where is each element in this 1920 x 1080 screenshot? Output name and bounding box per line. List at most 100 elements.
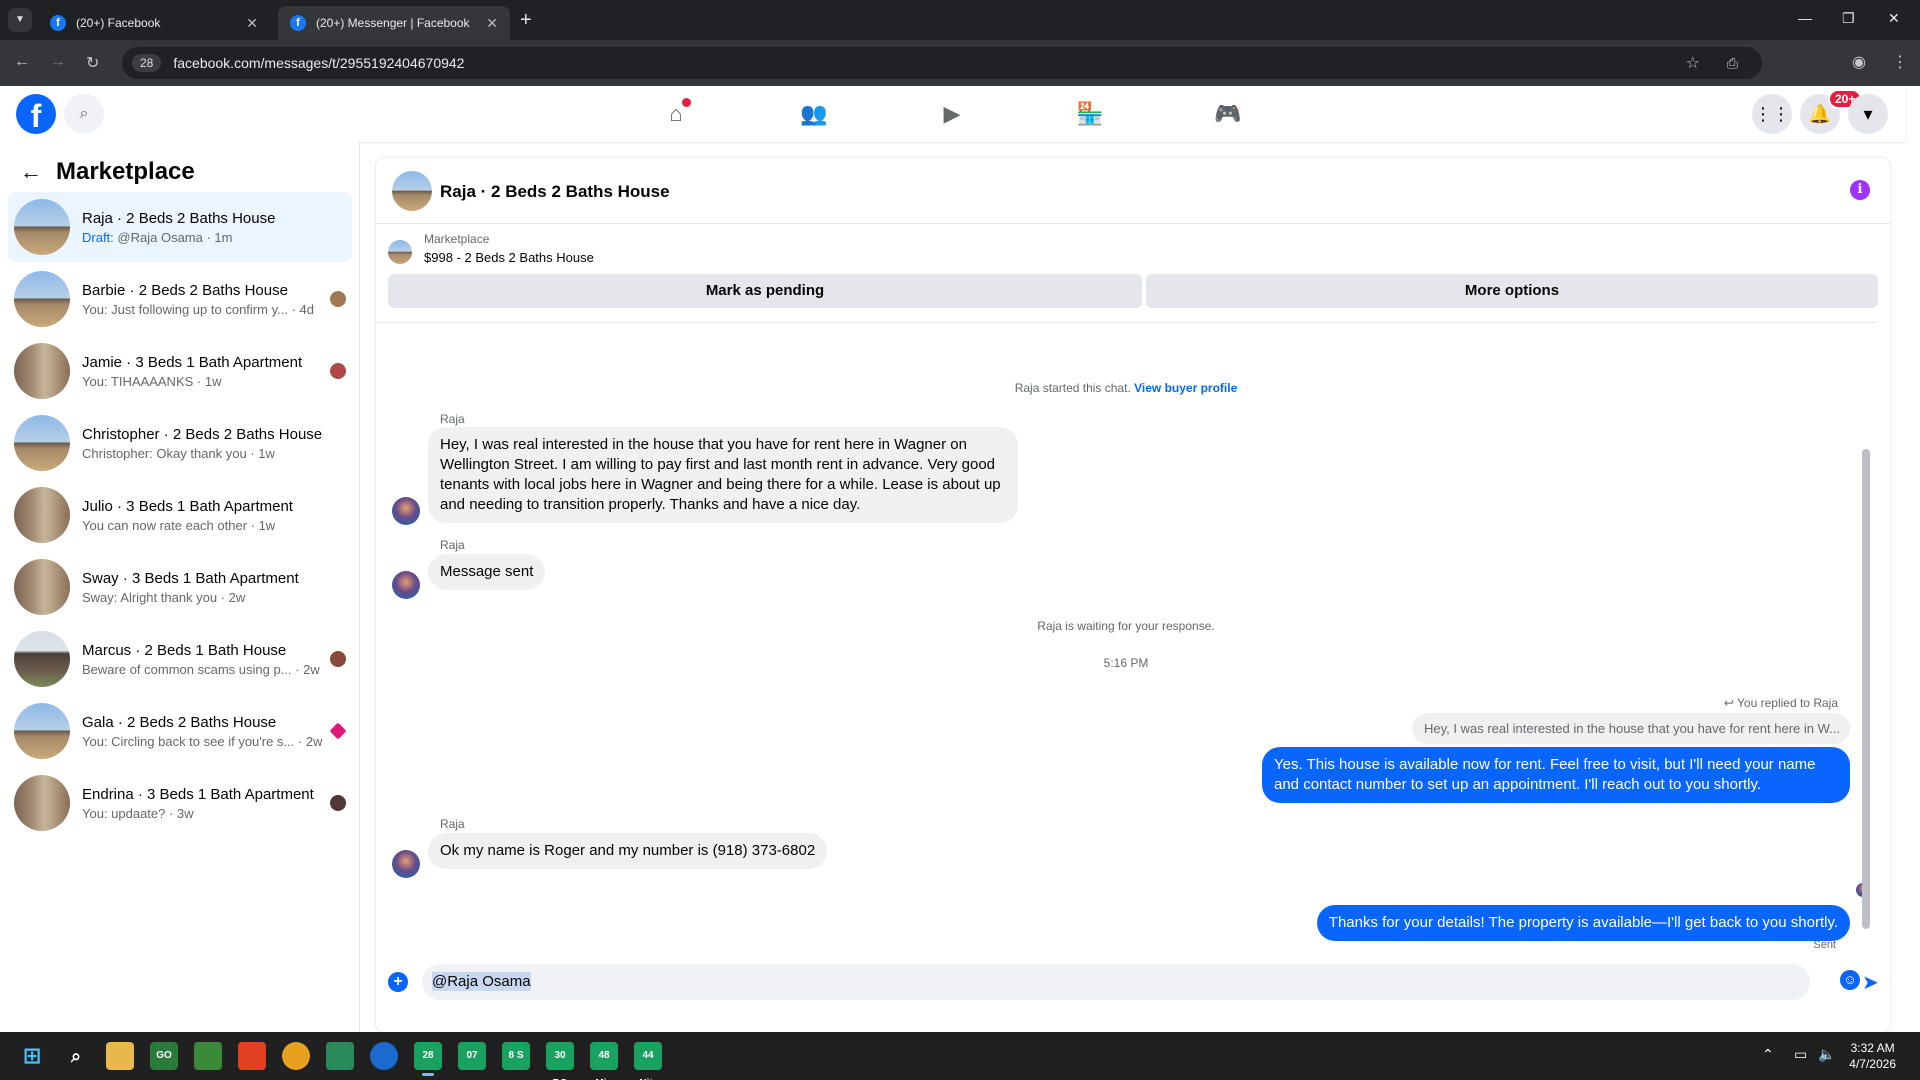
- address-bar[interactable]: 28 facebook.com/messages/t/2955192404670…: [122, 47, 1762, 79]
- close-window-icon[interactable]: ✕: [1888, 10, 1900, 27]
- reply-arrow-icon: ↩: [1723, 696, 1738, 710]
- more-options-button[interactable]: More options: [1146, 274, 1878, 308]
- app-icon[interactable]: GO: [150, 1042, 178, 1070]
- marketplace-icon[interactable]: 🏪: [1074, 100, 1106, 128]
- chat-scrollbar[interactable]: [1862, 329, 1870, 941]
- site-info-badge[interactable]: 28: [132, 54, 162, 72]
- gaming-icon[interactable]: 🎮: [1212, 100, 1244, 128]
- listing-banner[interactable]: Marketplace $998 - 2 Beds 2 Baths House: [388, 232, 1888, 266]
- url-text[interactable]: facebook.com/messages/t/2955192404670942: [173, 55, 464, 71]
- network-icon[interactable]: ▭: [1794, 1046, 1807, 1063]
- incoming-message[interactable]: Ok my name is Roger and my number is (91…: [428, 833, 828, 869]
- minimize-icon[interactable]: —: [1798, 10, 1812, 26]
- seen-avatar: [330, 651, 346, 667]
- conversation-item[interactable]: Barbie · 2 Beds 2 Baths House You: Just …: [8, 264, 352, 334]
- taskbar-app[interactable]: 30 BO: [546, 1042, 574, 1080]
- listing-title: $998 - 2 Beds 2 Baths House: [424, 250, 594, 265]
- mark-as-pending-button[interactable]: Mark as pending: [388, 274, 1142, 308]
- sender-avatar[interactable]: [392, 571, 420, 599]
- chat-avatar[interactable]: [392, 171, 432, 211]
- back-arrow-icon[interactable]: ←: [20, 159, 42, 185]
- windows-start-icon[interactable]: ⊞: [18, 1042, 46, 1070]
- conversation-item[interactable]: Endrina · 3 Beds 1 Bath Apartment You: u…: [8, 768, 352, 838]
- taskbar-app[interactable]: 48 Min: [590, 1042, 618, 1080]
- conversation-preview: Sway: Alright thank you · 2w: [82, 589, 246, 605]
- volume-icon[interactable]: 🔈: [1818, 1046, 1835, 1063]
- outgoing-message[interactable]: Thanks for your details! The property is…: [1316, 905, 1850, 941]
- conversation-preview: You: Circling back to see if you're s...…: [82, 733, 323, 749]
- reply-quote[interactable]: Hey, I was real interested in the house …: [1412, 713, 1850, 744]
- brave-browser-icon[interactable]: [238, 1042, 266, 1070]
- seen-avatar: [330, 291, 346, 307]
- taskbar-app[interactable]: 44 Nitr: [634, 1042, 662, 1080]
- facebook-logo-icon[interactable]: f: [16, 94, 56, 134]
- conversation-item[interactable]: Raja · 2 Beds 2 Baths House Draft: @Raja…: [8, 192, 352, 262]
- system-clock[interactable]: 3:32 AM 4/7/2026: [1849, 1040, 1896, 1072]
- app-icon[interactable]: [326, 1042, 354, 1070]
- reload-icon[interactable]: ↻: [86, 53, 99, 73]
- sidebar-header: ← Marketplace: [20, 158, 195, 186]
- tab-search-button[interactable]: ▼: [8, 8, 32, 32]
- timestamp: 5:16 PM: [1103, 656, 1149, 670]
- bookmark-star-icon[interactable]: ☆: [1686, 53, 1700, 73]
- send-icon[interactable]: ➤: [1862, 970, 1879, 995]
- plus-icon[interactable]: +: [388, 972, 408, 992]
- sender-avatar[interactable]: [392, 850, 420, 878]
- tab-title: (20+) Facebook: [76, 16, 161, 30]
- listing-thumbnail: [14, 343, 70, 399]
- view-buyer-profile-link[interactable]: View buyer profile: [1134, 381, 1237, 395]
- incoming-message[interactable]: Hey, I was real interested in the house …: [428, 427, 1018, 523]
- message-input[interactable]: @Raja Osama: [422, 964, 1810, 1000]
- scrollbar-thumb[interactable]: [1862, 449, 1870, 929]
- menu-grid-icon[interactable]: ⋮⋮: [1752, 94, 1792, 134]
- profile-icon[interactable]: ◉: [1852, 52, 1866, 72]
- search-icon[interactable]: ⌕: [62, 1042, 90, 1070]
- conversation-title: Julio · 3 Beds 1 Bath Apartment: [82, 497, 293, 515]
- forward-icon[interactable]: →: [50, 53, 66, 71]
- conversation-title: Marcus · 2 Beds 1 Bath House: [82, 641, 287, 659]
- notepad-icon[interactable]: [194, 1042, 222, 1070]
- seen-avatar: [330, 363, 346, 379]
- search-icon[interactable]: ⌕: [64, 94, 104, 134]
- back-icon[interactable]: ←: [14, 53, 30, 71]
- outgoing-message[interactable]: Yes. This house is available now for ren…: [1262, 747, 1850, 803]
- taskbar-app[interactable]: 07 nor: [458, 1042, 486, 1080]
- chevron-up-icon[interactable]: ⌃: [1762, 1046, 1774, 1063]
- conversation-item[interactable]: Sway · 3 Beds 1 Bath Apartment Sway: Alr…: [8, 552, 352, 622]
- conversation-preview: You can now rate each other · 1w: [82, 517, 276, 533]
- sender-avatar[interactable]: [392, 497, 420, 525]
- mention-text[interactable]: @Raja Osama: [432, 972, 531, 991]
- taskbar-app[interactable]: 8 S an: [502, 1042, 530, 1080]
- video-icon[interactable]: ▶: [936, 100, 968, 128]
- close-tab-icon[interactable]: ✕: [246, 15, 258, 32]
- emoji-icon[interactable]: ☺: [1840, 970, 1860, 990]
- listing-thumbnail: [14, 703, 70, 759]
- install-app-icon[interactable]: ⎙: [1727, 55, 1738, 72]
- incoming-message[interactable]: Message sent: [428, 554, 546, 590]
- taskbar-app[interactable]: 28: [414, 1042, 442, 1076]
- browser-menu-icon[interactable]: ⋮: [1892, 52, 1908, 72]
- conversation-title: Raja · 2 Beds 2 Baths House: [82, 209, 276, 227]
- conversation-item[interactable]: Marcus · 2 Beds 1 Bath House Beware of c…: [8, 624, 352, 694]
- conversation-item[interactable]: Christopher · 2 Beds 2 Baths House Chris…: [8, 408, 352, 478]
- file-explorer-icon[interactable]: [106, 1042, 134, 1070]
- home-icon[interactable]: ⌂: [660, 98, 692, 128]
- chat-title[interactable]: Raja · 2 Beds 2 Baths House: [440, 182, 670, 202]
- chrome-icon[interactable]: [282, 1042, 310, 1070]
- started-text: Raja started this chat.: [1014, 381, 1131, 395]
- app-icon[interactable]: [370, 1042, 398, 1070]
- conversation-item[interactable]: Gala · 2 Beds 2 Baths House You: Circlin…: [8, 696, 352, 766]
- browser-tab-messenger[interactable]: f (20+) Messenger | Facebook ✕: [278, 6, 510, 40]
- clock-date: 4/7/2026: [1849, 1057, 1896, 1071]
- account-chevron-down-icon[interactable]: ▾: [1848, 94, 1888, 134]
- listing-thumbnail: [14, 415, 70, 471]
- info-icon[interactable]: i: [1850, 180, 1870, 200]
- browser-tab-facebook[interactable]: f (20+) Facebook ✕: [38, 6, 270, 40]
- sidebar-title: Marketplace: [56, 158, 195, 185]
- conversation-item[interactable]: Julio · 3 Beds 1 Bath Apartment You can …: [8, 480, 352, 550]
- friends-icon[interactable]: 👥: [798, 100, 830, 128]
- restore-icon[interactable]: ❐: [1842, 10, 1855, 27]
- conversation-item[interactable]: Jamie · 3 Beds 1 Bath Apartment You: TIH…: [8, 336, 352, 406]
- new-tab-button[interactable]: +: [520, 9, 532, 32]
- close-tab-icon[interactable]: ✕: [486, 15, 498, 32]
